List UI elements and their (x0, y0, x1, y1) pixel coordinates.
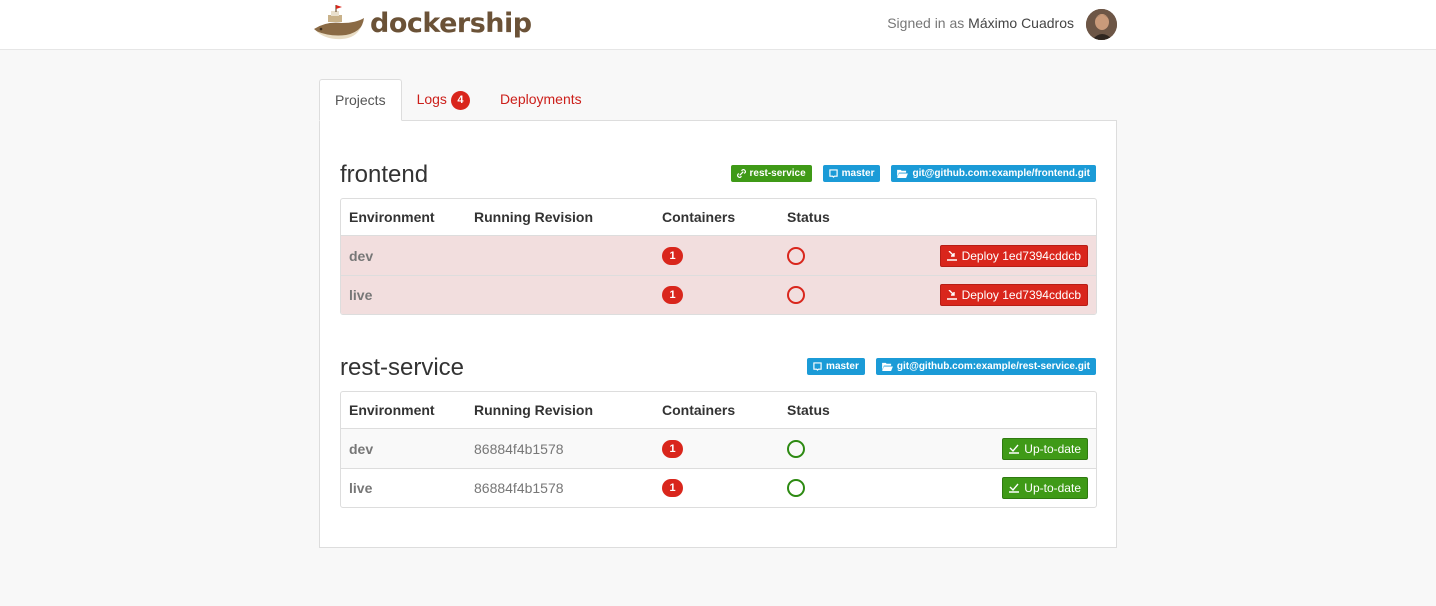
avatar[interactable] (1086, 9, 1117, 40)
label-text: git@github.com:example/frontend.git (912, 168, 1090, 179)
col-status: Status (787, 402, 830, 418)
label-text: master (841, 168, 875, 179)
deploy-icon (946, 250, 957, 261)
project-title: frontend (340, 161, 429, 188)
up-to-date-label: Up-to-date (1024, 481, 1081, 495)
status-cell (787, 469, 805, 507)
running-revision: 86884f4b1578 (474, 480, 564, 496)
environment-name: live (349, 287, 373, 303)
up-to-date-button[interactable]: Up-to-date (1002, 477, 1088, 499)
signed-in-prefix: Signed in as (887, 15, 965, 31)
containers-count-badge: 1 (662, 286, 683, 304)
table-header: Environment Running Revision Containers … (341, 392, 1096, 429)
table-row: dev 86884f4b1578 1 Up-to-date (341, 429, 1096, 468)
deploy-icon (946, 290, 957, 300)
status-ok-icon (787, 479, 805, 497)
dependency-label[interactable]: rest-service (730, 165, 812, 182)
deploy-button[interactable]: Deploy 1ed7394cddcb (939, 284, 1088, 306)
containers-count-badge: 1 (662, 439, 683, 458)
action-cell: Deploy 1ed7394cddcb (939, 276, 1088, 314)
environment-name: live (349, 480, 373, 496)
project-frontend: frontend rest-service master git@github.… (340, 161, 1097, 316)
up-to-date-label: Up-to-date (1024, 441, 1081, 456)
status-cell (787, 276, 805, 314)
project-labels: master git@github.com:example/rest-servi… (807, 358, 1096, 375)
action-cell: Up-to-date (1002, 429, 1088, 468)
projects-panel: frontend rest-service master git@github.… (319, 120, 1117, 548)
check-icon (1009, 483, 1020, 493)
table-header: Environment Running Revision Containers … (341, 199, 1096, 236)
col-containers: Containers (662, 209, 736, 225)
table-row: live 1 Deploy 1ed7394cddcb (341, 275, 1096, 314)
col-environment: Environment (349, 209, 435, 225)
branch-icon (828, 169, 838, 178)
branch-label[interactable]: master (822, 165, 881, 182)
environment-name: dev (349, 440, 374, 457)
user-name[interactable]: Máximo Cuadros (968, 15, 1074, 31)
table-row: dev 1 Deploy 1ed7394cddcb (341, 236, 1096, 275)
project-labels: rest-service master git@github.com:examp… (730, 165, 1096, 182)
deploy-button-label: Deploy 1ed7394cddcb (961, 288, 1081, 302)
deploy-button[interactable]: Deploy 1ed7394cddcb (939, 244, 1088, 267)
environment-name: dev (349, 247, 374, 264)
up-to-date-button[interactable]: Up-to-date (1002, 437, 1088, 460)
containers-cell: 1 (662, 276, 683, 314)
repository-label[interactable]: git@github.com:example/rest-service.git (875, 358, 1096, 375)
environments-table: Environment Running Revision Containers … (340, 391, 1097, 508)
top-bar: dockership Signed in as Máximo Cuadros (0, 0, 1436, 50)
branch-label[interactable]: master (807, 358, 865, 375)
signed-in-text: Signed in as Máximo Cuadros (887, 15, 1074, 31)
status-error-icon (787, 286, 805, 304)
folder-icon (881, 362, 893, 371)
containers-cell: 1 (662, 236, 683, 275)
containers-cell: 1 (662, 469, 683, 507)
col-status: Status (787, 209, 830, 225)
running-revision: 86884f4b1578 (474, 440, 564, 457)
containers-count-badge: 1 (662, 246, 683, 265)
folder-icon (897, 169, 909, 178)
tab-deployments[interactable]: Deployments (485, 79, 597, 121)
logs-count-badge: 4 (450, 91, 470, 110)
check-icon (1009, 444, 1020, 454)
repository-label[interactable]: git@github.com:example/frontend.git (891, 165, 1096, 182)
app-logo[interactable]: dockership (312, 2, 532, 44)
project-title: rest-service (340, 354, 465, 381)
label-text: master (826, 361, 859, 372)
main-tabs: Projects Logs 4 Deployments (319, 79, 597, 121)
tab-label: Logs (416, 91, 447, 107)
col-environment: Environment (349, 402, 435, 418)
tab-label: Deployments (499, 91, 582, 107)
col-running-revision: Running Revision (474, 402, 593, 418)
label-text: rest-service (749, 168, 806, 179)
deploy-button-label: Deploy 1ed7394cddcb (961, 248, 1081, 263)
project-rest-service: rest-service master git@github.com:examp… (340, 354, 1097, 509)
status-cell (787, 236, 805, 275)
col-running-revision: Running Revision (474, 209, 593, 225)
containers-cell: 1 (662, 429, 683, 468)
action-cell: Deploy 1ed7394cddcb (939, 236, 1088, 275)
containers-count-badge: 1 (662, 479, 683, 497)
status-ok-icon (787, 439, 805, 458)
environments-table: Environment Running Revision Containers … (340, 198, 1097, 315)
label-text: git@github.com:example/rest-service.git (896, 361, 1090, 372)
table-row: live 86884f4b1578 1 Up-to-date (341, 468, 1096, 507)
status-error-icon (787, 246, 805, 265)
app-name: dockership (370, 7, 532, 39)
tab-logs[interactable]: Logs 4 (402, 79, 485, 121)
status-cell (787, 429, 805, 468)
branch-icon (813, 362, 822, 371)
tab-projects[interactable]: Projects (319, 79, 402, 121)
link-icon (736, 169, 746, 178)
whale-logo-icon (314, 5, 364, 40)
tab-label: Projects (335, 92, 386, 108)
action-cell: Up-to-date (1002, 469, 1088, 507)
col-containers: Containers (662, 402, 736, 418)
